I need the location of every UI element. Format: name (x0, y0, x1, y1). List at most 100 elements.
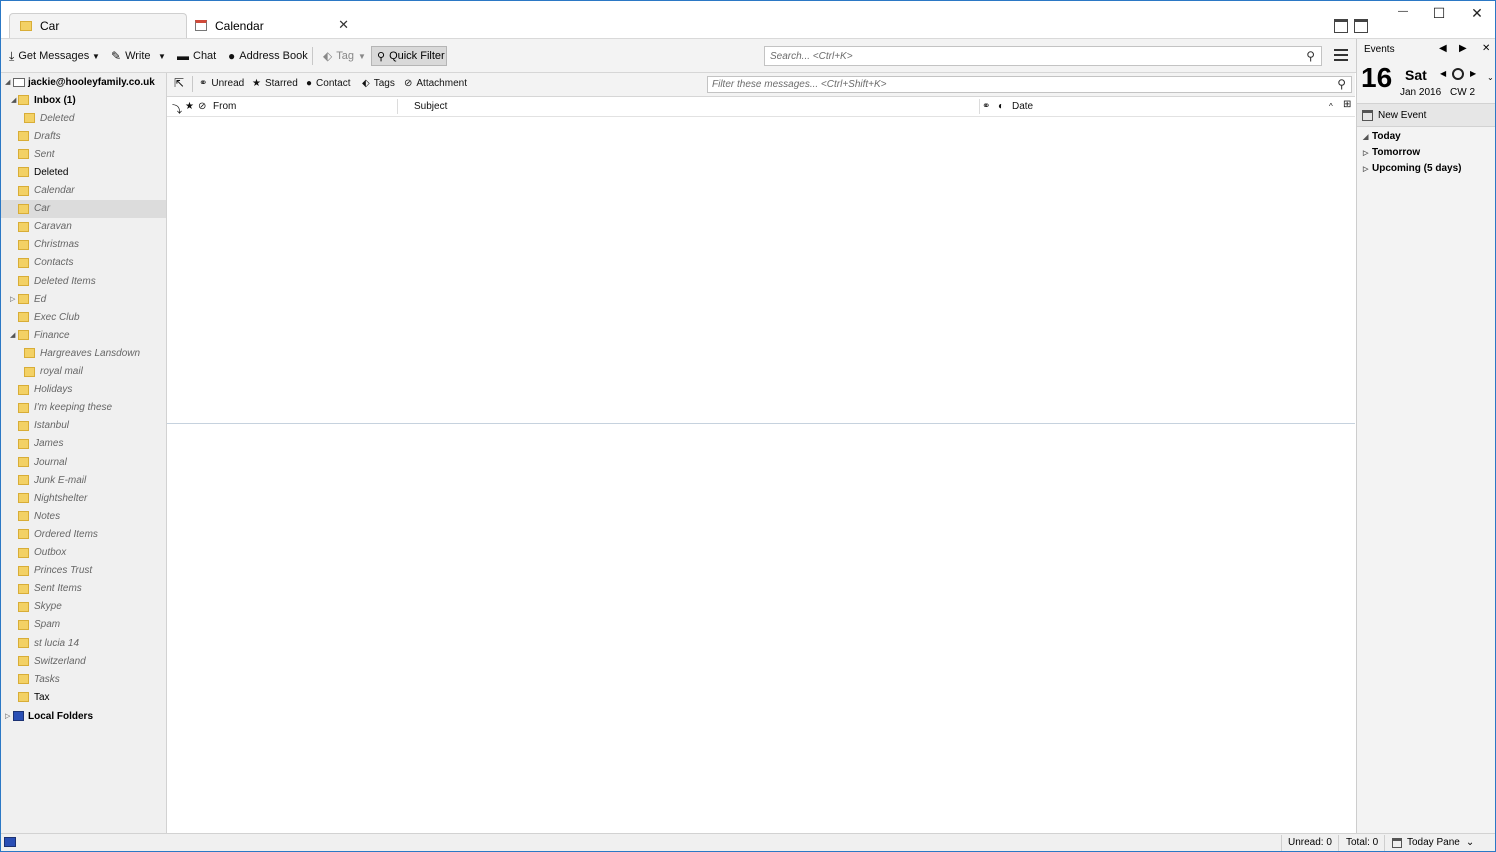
star-column-icon[interactable]: ★ (185, 101, 194, 112)
folder-item[interactable]: Deleted Items (1, 272, 166, 290)
folder-item[interactable]: Journal (1, 453, 166, 471)
group-upcoming[interactable]: ▷ Upcoming (5 days) (1363, 163, 1461, 174)
tab-calendar[interactable]: Calendar ✕ (191, 13, 355, 38)
close-button[interactable]: ✕ (1459, 5, 1495, 23)
tags-filter-button[interactable]: ⬖ Tags (362, 78, 395, 89)
from-column[interactable]: From (213, 101, 236, 112)
sticky-filter-icon[interactable]: ⇱ (174, 76, 184, 90)
column-picker-icon[interactable]: ⊞ (1343, 99, 1351, 110)
folder-item[interactable]: Deleted (1, 109, 166, 127)
folder-item[interactable]: Outbox (1, 544, 166, 562)
folder-item[interactable]: Nightshelter (1, 489, 166, 507)
expand-icon[interactable]: ▷ (1363, 149, 1372, 157)
previous-day-icon[interactable]: ◀ (1440, 69, 1446, 78)
folder-icon (18, 402, 29, 413)
group-tomorrow[interactable]: ▷ Tomorrow (1363, 147, 1420, 158)
unread-filter-button[interactable]: ⚭ Unread (199, 78, 244, 89)
folder-label: Outbox (34, 547, 67, 558)
task-view-icon[interactable] (1354, 19, 1368, 33)
next-mode-icon[interactable]: ▶ (1459, 43, 1467, 54)
quick-filter-button[interactable]: ⚲ Quick Filter (371, 46, 447, 66)
tab-car[interactable]: Car (9, 13, 187, 38)
expand-icon[interactable]: ▷ (10, 295, 15, 303)
next-day-icon[interactable]: ▶ (1470, 69, 1476, 78)
search-input[interactable]: Search... <Ctrl+K> ⚲ (764, 46, 1322, 66)
junk-column-icon[interactable]: ◐ (998, 101, 1004, 112)
folder-item[interactable]: Holidays (1, 381, 166, 399)
folder-item[interactable]: I'm keeping these (1, 399, 166, 417)
folder-item[interactable]: ▷ Ed (1, 290, 166, 308)
tag-button[interactable]: ⬖ Tag ▼ (323, 47, 366, 65)
folder-label: Exec Club (34, 311, 80, 323)
folder-item[interactable]: ◢ Finance (1, 326, 166, 344)
folder-item[interactable]: Deleted (1, 163, 166, 181)
get-messages-dropdown[interactable]: ▼ (92, 47, 100, 65)
get-messages-button[interactable]: ⤓ Get Messages (9, 47, 89, 65)
folder-item[interactable]: Caravan (1, 218, 166, 236)
close-tab-icon[interactable]: ✕ (338, 17, 349, 33)
maximize-button[interactable]: ☐ (1421, 5, 1457, 23)
hamburger-menu-icon[interactable] (1334, 49, 1348, 64)
today-pane-toggle[interactable]: Today Pane ⌄ (1392, 837, 1474, 848)
folder-item[interactable]: Istanbul (1, 417, 166, 435)
folder-item[interactable]: Drafts (1, 127, 166, 145)
group-label: Upcoming (5 days) (1372, 163, 1462, 174)
new-event-button[interactable]: New Event (1357, 103, 1495, 127)
subject-column[interactable]: Subject (414, 101, 447, 112)
message-pane-splitter[interactable] (167, 423, 1355, 424)
online-status-icon[interactable] (4, 837, 16, 847)
group-today[interactable]: ◢ Today (1363, 131, 1401, 142)
folder-item[interactable]: James (1, 435, 166, 453)
expand-icon[interactable]: ▷ (5, 712, 10, 720)
write-button[interactable]: ✎ Write (111, 47, 151, 65)
folder-item[interactable]: Princes Trust (1, 562, 166, 580)
write-dropdown[interactable]: ▼ (158, 47, 166, 65)
folder-item[interactable]: Calendar (1, 182, 166, 200)
today-circle-icon[interactable] (1452, 68, 1464, 80)
folder-item[interactable]: Contacts (1, 254, 166, 272)
calendar-view-icon[interactable] (1334, 19, 1348, 33)
quick-filter-bar: ⇱ ⚭ Unread ★ Starred ● Contact ⬖ Tags ⊘ … (167, 73, 1355, 97)
collapse-icon[interactable]: ◢ (10, 331, 15, 339)
read-column-icon[interactable]: ⚭ (982, 101, 990, 112)
folder-item[interactable]: Christmas (1, 236, 166, 254)
group-label: Today (1372, 131, 1401, 142)
collapse-icon[interactable]: ◢ (11, 96, 16, 104)
folder-item[interactable]: st lucia 14 (1, 634, 166, 652)
folder-item[interactable]: Sent Items (1, 580, 166, 598)
account-row[interactable]: ◢ jackie@hooleyfamily.co.uk (1, 73, 166, 91)
folder-item[interactable]: Junk E-mail (1, 471, 166, 489)
collapse-icon[interactable]: ◢ (5, 78, 10, 86)
filter-messages-input[interactable]: Filter these messages... <Ctrl+Shift+K> … (707, 76, 1352, 93)
local-folders-row[interactable]: ▷ Local Folders (1, 707, 166, 725)
folder-item[interactable]: royal mail (1, 363, 166, 381)
expand-icon[interactable]: ▷ (1363, 165, 1372, 173)
chevron-down-icon[interactable]: ⌄ (1487, 73, 1494, 82)
folder-item[interactable]: ◢ Inbox (1) (1, 91, 166, 109)
date-column[interactable]: Date (1012, 101, 1033, 112)
minimize-button[interactable]: — (1385, 6, 1421, 24)
folder-item[interactable]: Car (1, 199, 166, 218)
attachment-filter-button[interactable]: ⊘ Attachment (404, 78, 467, 89)
folder-item[interactable]: Hargreaves Lansdown (1, 344, 166, 362)
close-pane-icon[interactable]: ✕ (1482, 43, 1490, 54)
collapse-icon[interactable]: ◢ (1363, 133, 1372, 141)
folder-item[interactable]: Spam (1, 616, 166, 634)
folder-item[interactable]: Ordered Items (1, 525, 166, 543)
thread-column-icon[interactable]: ⤵ (172, 101, 182, 116)
folder-label: Inbox (1) (34, 94, 76, 106)
folder-item[interactable]: Skype (1, 598, 166, 616)
folder-item[interactable]: Sent (1, 145, 166, 163)
folder-item[interactable]: Notes (1, 507, 166, 525)
address-book-button[interactable]: ● Address Book (228, 47, 308, 65)
folder-item[interactable]: Tax (1, 688, 166, 706)
folder-item[interactable]: Switzerland (1, 652, 166, 670)
folder-item[interactable]: Tasks (1, 670, 166, 688)
attachment-column-icon[interactable]: ⊘ (198, 101, 206, 112)
starred-filter-button[interactable]: ★ Starred (252, 78, 298, 89)
chat-button[interactable]: ▬ Chat (177, 47, 216, 65)
folder-item[interactable]: Exec Club (1, 308, 166, 326)
get-messages-label: Get Messages (18, 50, 90, 62)
previous-mode-icon[interactable]: ◀ (1439, 43, 1447, 54)
contact-filter-button[interactable]: ● Contact (306, 78, 351, 89)
